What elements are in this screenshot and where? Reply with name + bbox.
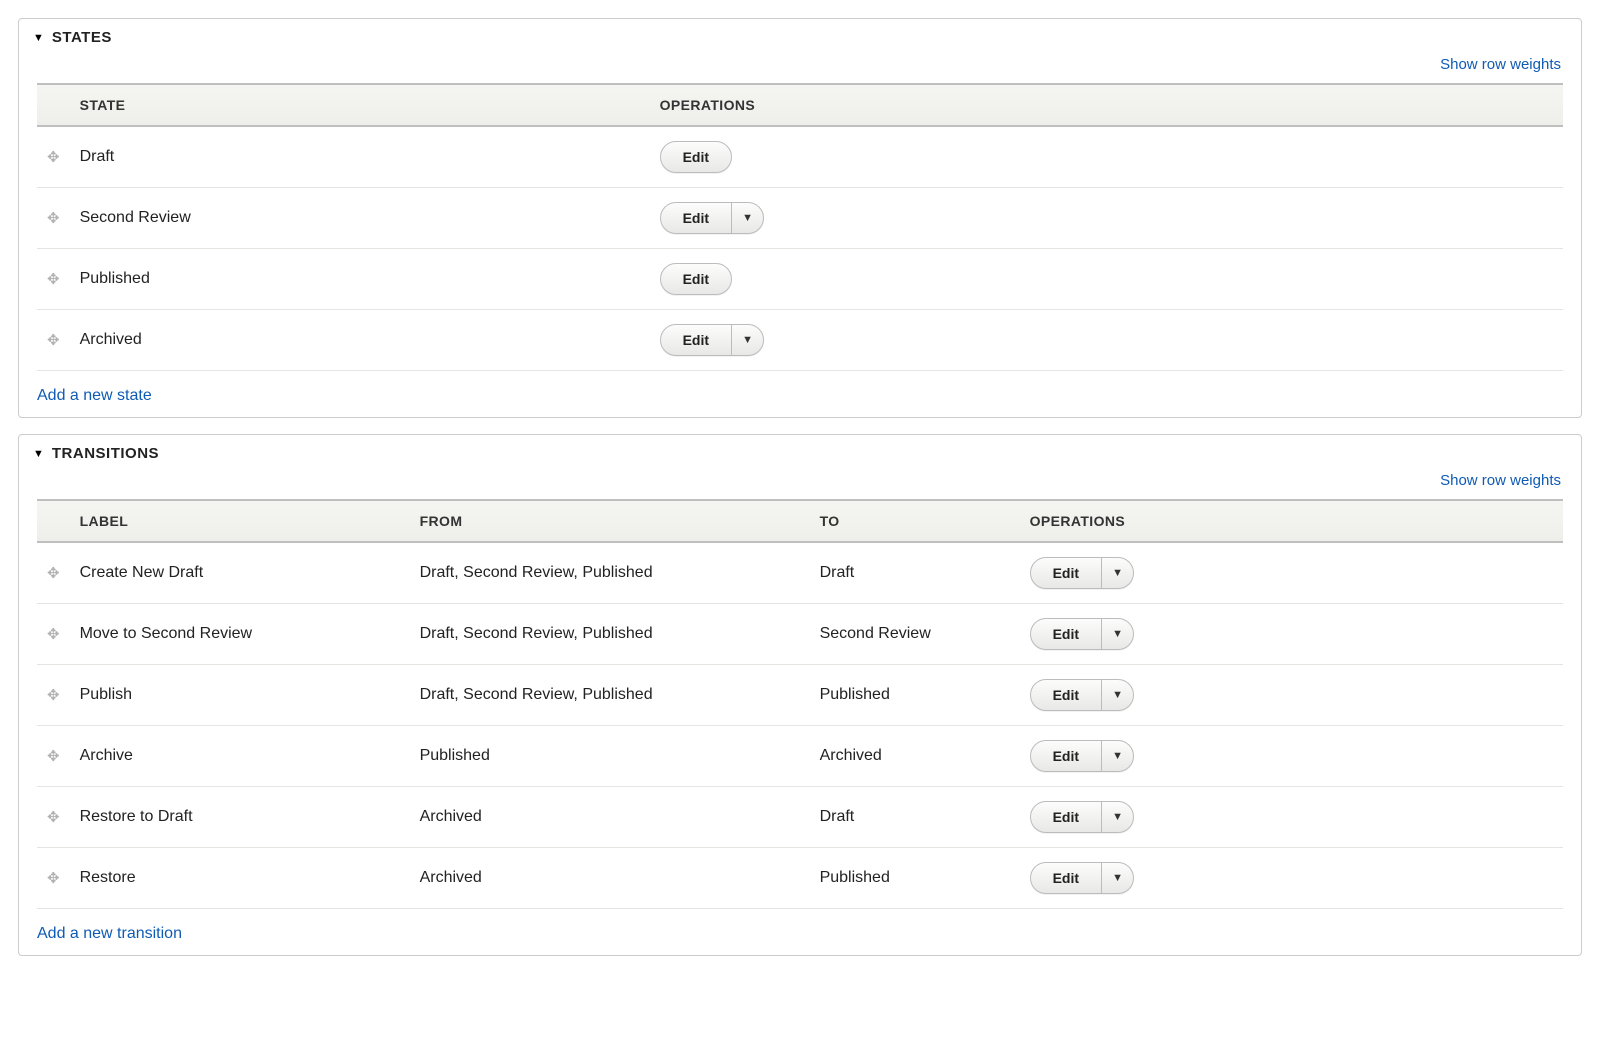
table-row: ✥ Archived Edit ▼ — [37, 310, 1563, 371]
operations-dropbutton: Edit ▼ — [1030, 801, 1134, 833]
show-row-weights-link[interactable]: Show row weights — [1440, 56, 1561, 73]
edit-button[interactable]: Edit — [1031, 741, 1101, 771]
transition-to: Archived — [820, 747, 882, 764]
edit-button[interactable]: Edit — [661, 264, 731, 294]
operations-dropbutton: Edit ▼ — [1030, 740, 1134, 772]
transition-to: Second Review — [820, 625, 931, 642]
dropdown-toggle[interactable]: ▼ — [1101, 863, 1133, 893]
states-title: STATES — [52, 29, 112, 46]
drag-handle-icon[interactable]: ✥ — [47, 209, 60, 227]
table-row: ✥ Second Review Edit ▼ — [37, 188, 1563, 249]
drag-handle-icon[interactable]: ✥ — [47, 747, 60, 765]
drag-handle-icon[interactable]: ✥ — [47, 331, 60, 349]
edit-button[interactable]: Edit — [661, 325, 731, 355]
chevron-down-icon: ▼ — [1112, 628, 1123, 640]
transition-label: Restore to Draft — [80, 808, 193, 825]
transition-from: Archived — [420, 808, 482, 825]
table-row: ✥ Published Edit▼ — [37, 249, 1563, 310]
state-name: Second Review — [80, 209, 191, 226]
state-name: Draft — [80, 148, 115, 165]
chevron-down-icon: ▼ — [1112, 567, 1123, 579]
dropdown-toggle[interactable]: ▼ — [1101, 558, 1133, 588]
table-row: ✥ Archive Published Archived Edit ▼ — [37, 726, 1563, 787]
transition-from: Draft, Second Review, Published — [420, 686, 653, 703]
transition-from: Published — [420, 747, 490, 764]
collapse-icon: ▼ — [33, 32, 44, 44]
dropdown-toggle[interactable]: ▼ — [1101, 741, 1133, 771]
transitions-col-label: LABEL — [70, 500, 410, 542]
operations-dropbutton: Edit ▼ — [1030, 679, 1134, 711]
chevron-down-icon: ▼ — [742, 212, 753, 224]
operations-dropbutton: Edit ▼ — [1030, 618, 1134, 650]
dropdown-toggle[interactable]: ▼ — [731, 325, 763, 355]
operations-dropbutton: Edit▼ — [660, 141, 732, 173]
operations-dropbutton: Edit▼ — [660, 263, 732, 295]
transition-from: Archived — [420, 869, 482, 886]
drag-handle-icon[interactable]: ✥ — [47, 564, 60, 582]
operations-dropbutton: Edit ▼ — [1030, 557, 1134, 589]
states-col-operations: OPERATIONS — [650, 84, 1563, 126]
chevron-down-icon: ▼ — [1112, 872, 1123, 884]
operations-dropbutton: Edit ▼ — [660, 324, 764, 356]
dropdown-toggle[interactable]: ▼ — [1101, 680, 1133, 710]
transitions-col-operations: OPERATIONS — [1020, 500, 1563, 542]
add-state-link[interactable]: Add a new state — [37, 387, 1563, 405]
states-table: STATE OPERATIONS ✥DraftEdit▼✥Second Revi… — [37, 83, 1563, 371]
drag-handle-icon[interactable]: ✥ — [47, 808, 60, 826]
transition-from: Draft, Second Review, Published — [420, 564, 653, 581]
dropdown-toggle[interactable]: ▼ — [1101, 619, 1133, 649]
state-name: Published — [80, 270, 150, 287]
chevron-down-icon: ▼ — [1112, 811, 1123, 823]
transition-label: Create New Draft — [80, 564, 204, 581]
transition-to: Draft — [820, 564, 855, 581]
table-row: ✥ Restore to Draft Archived Draft Edit ▼ — [37, 787, 1563, 848]
edit-button[interactable]: Edit — [1031, 680, 1101, 710]
transitions-table: LABEL FROM TO OPERATIONS ✥ Create New Dra… — [37, 499, 1563, 909]
show-row-weights-link[interactable]: Show row weights — [1440, 472, 1561, 489]
chevron-down-icon: ▼ — [742, 334, 753, 346]
states-fieldset: ▼ STATES Show row weights STATE OPERATIO… — [18, 18, 1582, 418]
table-row: ✥ Restore Archived Published Edit ▼ — [37, 848, 1563, 909]
edit-button[interactable]: Edit — [1031, 619, 1101, 649]
transition-to: Published — [820, 686, 890, 703]
drag-handle-icon[interactable]: ✥ — [47, 869, 60, 887]
transitions-col-from: FROM — [410, 500, 810, 542]
chevron-down-icon: ▼ — [1112, 689, 1123, 701]
drag-handle-icon[interactable]: ✥ — [47, 270, 60, 288]
transition-from: Draft, Second Review, Published — [420, 625, 653, 642]
state-name: Archived — [80, 331, 142, 348]
states-fieldset-toggle[interactable]: ▼ STATES — [19, 19, 1581, 52]
transitions-col-to: TO — [810, 500, 1020, 542]
states-col-state: STATE — [70, 84, 650, 126]
table-row: ✥ Move to Second Review Draft, Second Revi… — [37, 604, 1563, 665]
transitions-fieldset: ▼ TRANSITIONS Show row weights LABEL FRO… — [18, 434, 1582, 956]
edit-button[interactable]: Edit — [661, 142, 731, 172]
add-transition-link[interactable]: Add a new transition — [37, 925, 1563, 943]
edit-button[interactable]: Edit — [1031, 863, 1101, 893]
transitions-title: TRANSITIONS — [52, 445, 159, 462]
transition-label: Restore — [80, 869, 136, 886]
drag-handle-icon[interactable]: ✥ — [47, 625, 60, 643]
chevron-down-icon: ▼ — [1112, 750, 1123, 762]
table-row: ✥ Publish Draft, Second Review, Published P… — [37, 665, 1563, 726]
table-row: ✥ Draft Edit▼ — [37, 126, 1563, 188]
transitions-fieldset-toggle[interactable]: ▼ TRANSITIONS — [19, 435, 1581, 468]
transition-to: Published — [820, 869, 890, 886]
dropdown-toggle[interactable]: ▼ — [1101, 802, 1133, 832]
dropdown-toggle[interactable]: ▼ — [731, 203, 763, 233]
transition-label: Publish — [80, 686, 132, 703]
edit-button[interactable]: Edit — [1031, 802, 1101, 832]
table-row: ✥ Create New Draft Draft, Second Review, P… — [37, 542, 1563, 604]
edit-button[interactable]: Edit — [661, 203, 731, 233]
transition-label: Archive — [80, 747, 133, 764]
transition-label: Move to Second Review — [80, 625, 253, 642]
transition-to: Draft — [820, 808, 855, 825]
operations-dropbutton: Edit ▼ — [660, 202, 764, 234]
edit-button[interactable]: Edit — [1031, 558, 1101, 588]
collapse-icon: ▼ — [33, 448, 44, 460]
operations-dropbutton: Edit ▼ — [1030, 862, 1134, 894]
drag-handle-icon[interactable]: ✥ — [47, 686, 60, 704]
drag-handle-icon[interactable]: ✥ — [47, 148, 60, 166]
